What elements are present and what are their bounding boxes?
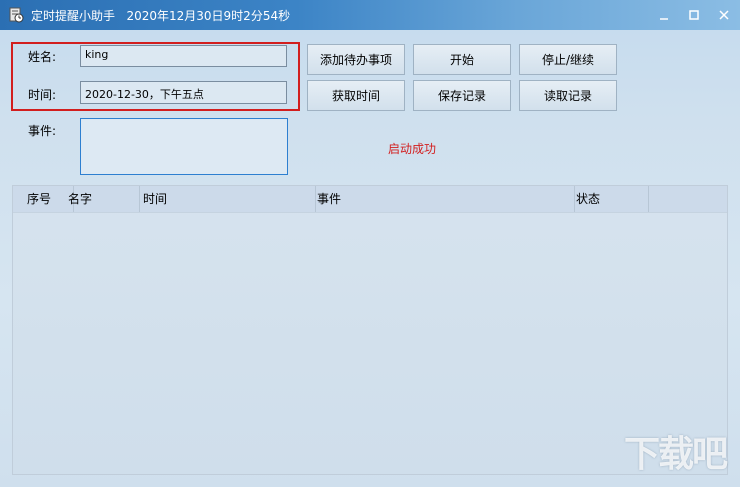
maximize-icon[interactable] (680, 4, 708, 26)
get-time-button[interactable]: 获取时间 (307, 80, 405, 111)
table-header: 序号 名字 时间 事件 状态 (13, 186, 727, 213)
app-window: 定时提醒小助手 2020年12月30日9时2分54秒 姓名: king 时间: … (0, 0, 740, 487)
app-icon (8, 7, 24, 23)
column-header-status[interactable]: 状态 (572, 186, 649, 212)
window-title: 定时提醒小助手 2020年12月30日9时2分54秒 (31, 7, 290, 24)
column-header-event[interactable]: 事件 (313, 186, 575, 212)
title-bar[interactable]: 定时提醒小助手 2020年12月30日9时2分54秒 (0, 0, 740, 30)
save-record-button[interactable]: 保存记录 (413, 80, 511, 111)
minimize-icon[interactable] (650, 4, 678, 26)
column-header-name[interactable]: 名字 (64, 186, 140, 212)
title-datetime: 2020年12月30日9时2分54秒 (126, 9, 291, 23)
records-table[interactable]: 序号 名字 时间 事件 状态 (12, 185, 728, 475)
read-record-button[interactable]: 读取记录 (519, 80, 617, 111)
add-todo-button[interactable]: 添加待办事项 (307, 44, 405, 75)
app-name: 定时提醒小助手 (31, 9, 116, 23)
stop-continue-button[interactable]: 停止/继续 (519, 44, 617, 75)
column-header-time[interactable]: 时间 (139, 186, 316, 212)
close-icon[interactable] (710, 4, 738, 26)
start-button[interactable]: 开始 (413, 44, 511, 75)
watermark-logo: 下载吧 (623, 434, 728, 475)
status-message: 启动成功 (388, 142, 437, 156)
highlight-box (11, 42, 300, 111)
event-field[interactable] (80, 118, 288, 175)
event-label: 事件: (28, 124, 57, 138)
